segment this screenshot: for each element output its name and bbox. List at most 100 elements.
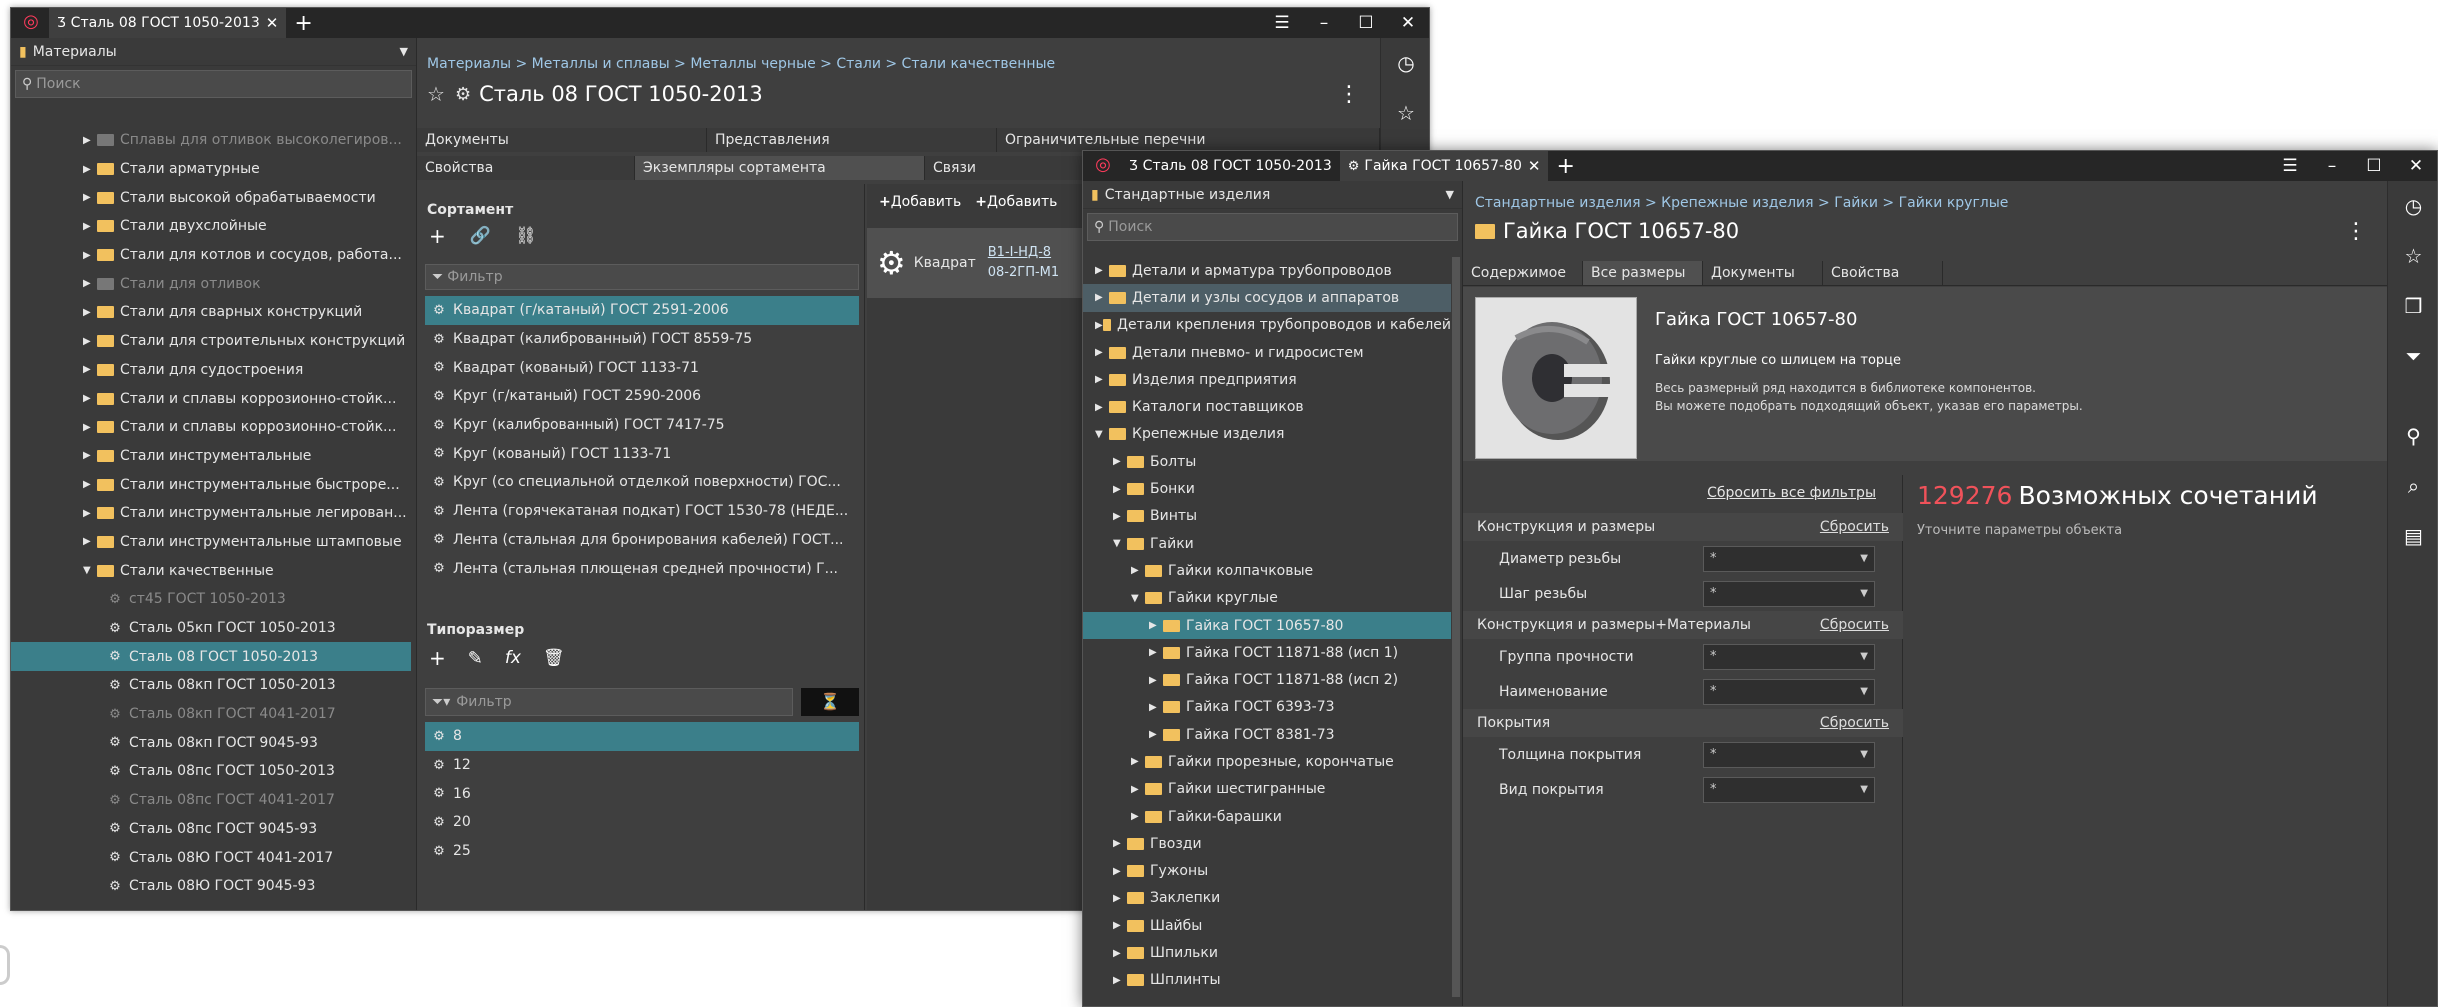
tree-item[interactable]: ▶ Заклепки	[1083, 885, 1451, 912]
list-item[interactable]: ⚙ 20	[425, 808, 859, 837]
chevron-right-icon[interactable]: ▶	[1131, 811, 1145, 822]
chevron-right-icon[interactable]: ▶	[1149, 702, 1163, 713]
tab[interactable]: Содержимое	[1463, 261, 1583, 285]
chevron-right-icon[interactable]: ▶	[1095, 265, 1109, 276]
tree-item[interactable]: ▶ Шплинты	[1083, 967, 1451, 994]
tab[interactable]: Свойства	[1823, 261, 1943, 285]
filter-select[interactable]: * ▼	[1703, 643, 1875, 670]
list-item[interactable]: ⚙ Круг (г/катаный) ГОСТ 2590-2006	[425, 382, 859, 411]
tab[interactable]: Ограничительные перечни	[997, 128, 1380, 152]
chevron-right-icon[interactable]: ▶	[1095, 374, 1109, 385]
chevron-right-icon[interactable]: ▶	[1113, 838, 1127, 849]
favorites-icon[interactable]: ☆	[1381, 88, 1429, 138]
tree-item[interactable]: ▶ Стали для судостроения	[11, 356, 411, 385]
add-icon[interactable]: +	[429, 224, 446, 248]
filter-select[interactable]: * ▼	[1703, 580, 1875, 607]
tree-item[interactable]: ▶ Гужоны	[1083, 858, 1451, 885]
tree-item[interactable]: ▶ Гайка ГОСТ 11871-88 (исп 2)	[1083, 666, 1451, 693]
clear-filter-button[interactable]: ⏳	[801, 688, 859, 716]
filter-select[interactable]: * ▼	[1703, 678, 1875, 705]
reset-group-link[interactable]: Сбросить	[1820, 715, 1889, 731]
tree-item[interactable]: ▶ Стали для строительных конструкций	[11, 327, 411, 356]
tree-item[interactable]: ▼ Стали качественные	[11, 556, 411, 585]
list-item[interactable]: ⚙ Круг (калиброванный) ГОСТ 7417-75	[425, 411, 859, 440]
menu-icon[interactable]: ☰	[2269, 156, 2311, 176]
unlink-icon[interactable]: ⛓	[515, 226, 537, 246]
filter-icon[interactable]: ⏷	[2388, 331, 2437, 381]
chevron-right-icon[interactable]: ▶	[1113, 866, 1127, 877]
maximize-icon[interactable]: ☐	[2353, 156, 2395, 176]
list-item[interactable]: ⚙ Круг (со специальной отделкой поверхнос…	[425, 468, 859, 497]
chevron-right-icon[interactable]: ▶	[1095, 320, 1103, 331]
tab[interactable]: Свойства	[417, 156, 635, 180]
breadcrumb[interactable]: Материалы > Металлы и сплавы > Металлы ч…	[427, 56, 1055, 72]
list-item[interactable]: ⚙ Квадрат (калиброванный) ГОСТ 8559-75	[425, 325, 859, 354]
chevron-right-icon[interactable]: ▶	[83, 450, 97, 461]
list-item[interactable]: ⚙ 25	[425, 837, 859, 866]
tree-item[interactable]: ⚙ Сталь 08кп ГОСТ 1050-2013	[11, 671, 411, 700]
tree-item[interactable]: ▼ Крепежные изделия	[1083, 421, 1451, 448]
tree-item[interactable]: ▶ Гайки колпачковые	[1083, 557, 1451, 584]
more-icon[interactable]: ⋮	[2345, 219, 2367, 244]
tab[interactable]: Документы	[1703, 261, 1823, 285]
tree-item[interactable]: ▶ Стали двухслойные	[11, 212, 411, 241]
tree-item[interactable]: ▶ Стали и сплавы коррозионно-стойк...	[11, 384, 411, 413]
tree-item[interactable]: ▼ Гайки круглые	[1083, 585, 1451, 612]
tree-item[interactable]: ▶ Детали и узлы сосудов и аппаратов	[1083, 284, 1451, 312]
tree-item[interactable]: ⚙ Сталь 08пс ГОСТ 1050-2013	[11, 757, 411, 786]
link-card[interactable]: ⚙ Квадрат В1-I-НД-8 08-2ГП-М1	[867, 228, 1087, 298]
chevron-right-icon[interactable]: ▶	[1095, 347, 1109, 358]
chevron-right-icon[interactable]: ▶	[1095, 292, 1109, 303]
chevron-right-icon[interactable]: ▶	[1113, 893, 1127, 904]
tree-item[interactable]: ▶ Стали для сварных конструкций	[11, 298, 411, 327]
chevron-right-icon[interactable]: ▶	[1149, 675, 1163, 686]
chevron-right-icon[interactable]: ▶	[83, 364, 97, 375]
tab-steel[interactable]: Ʒ Сталь 08 ГОСТ 1050-2013 ✕	[49, 8, 287, 38]
tree-item[interactable]: ▶ Изделия предприятия	[1083, 366, 1451, 393]
minimize-icon[interactable]: –	[1303, 13, 1345, 33]
new-tab-button[interactable]: +	[286, 11, 320, 36]
filter-select[interactable]: * ▼	[1703, 545, 1875, 572]
tree-item[interactable]: ▶ Стали инструментальные легирован...	[11, 499, 411, 528]
chevron-right-icon[interactable]: ▶	[1131, 565, 1145, 576]
list-item[interactable]: ⚙ Квадрат (г/катаный) ГОСТ 2591-2006	[425, 296, 859, 325]
chevron-right-icon[interactable]: ▶	[83, 336, 97, 347]
favorites-icon[interactable]: ☆	[2388, 231, 2437, 281]
tree-item[interactable]: ▶ Детали и арматура трубопроводов	[1083, 257, 1451, 284]
chevron-right-icon[interactable]: ▶	[83, 278, 97, 289]
sortament-filter-input[interactable]: ⏷ Фильтр	[425, 264, 859, 290]
tree-item[interactable]: ⚙ Сталь 08кп ГОСТ 9045-93	[11, 728, 411, 757]
tree-item[interactable]: ▶ Гвозди	[1083, 830, 1451, 857]
chevron-right-icon[interactable]: ▶	[1113, 456, 1127, 467]
reset-all-filters-link[interactable]: Сбросить все фильтры	[1707, 485, 1876, 501]
edit-icon[interactable]: ✎	[468, 648, 483, 669]
breadcrumb[interactable]: Стандартные изделия > Крепежные изделия …	[1475, 195, 2008, 211]
tree-item[interactable]: ▶ Гайки прорезные, корончатые	[1083, 748, 1451, 775]
close-tab-icon[interactable]: ✕	[1528, 157, 1541, 175]
tree-item[interactable]: ▶ Стали инструментальные штамповые	[11, 528, 411, 557]
catalog-dropdown[interactable]: ▮ Стандартные изделия ▼	[1083, 181, 1462, 209]
list-item[interactable]: ⚙ 16	[425, 779, 859, 808]
tab[interactable]: Все размеры	[1583, 261, 1703, 285]
history-icon[interactable]: ◷	[2388, 181, 2437, 231]
tree-item[interactable]: ▶ Стали и сплавы коррозионно-стойк...	[11, 413, 411, 442]
tab-nut[interactable]: ⚙ Гайка ГОСТ 10657-80 ✕	[1339, 151, 1549, 181]
history-icon[interactable]: ◷	[1381, 38, 1429, 88]
tree-item[interactable]: ▶ Гайка ГОСТ 6393-73	[1083, 694, 1451, 721]
reset-group-link[interactable]: Сбросить	[1820, 617, 1889, 633]
tab[interactable]: Документы	[417, 128, 707, 152]
chevron-right-icon[interactable]: ▶	[83, 135, 97, 146]
tree-item[interactable]: ▶ Шпильки	[1083, 939, 1451, 966]
tab[interactable]: Представления	[707, 128, 997, 152]
delete-icon[interactable]: 🗑	[543, 648, 565, 668]
advanced-search-icon[interactable]: ⌕	[2388, 461, 2437, 511]
chevron-right-icon[interactable]: ▶	[83, 536, 97, 547]
more-icon[interactable]: ⋮	[1338, 82, 1360, 107]
close-window-icon[interactable]: ✕	[2395, 156, 2437, 176]
tree-item[interactable]: ⚙ Сталь 08пс ГОСТ 9045-93	[11, 815, 411, 844]
tree-item[interactable]: ▶ Гайка ГОСТ 11871-88 (исп 1)	[1083, 639, 1451, 666]
tree-item[interactable]: ⚙ Сталь 05кп ГОСТ 1050-2013	[11, 614, 411, 643]
chevron-right-icon[interactable]: ▶	[83, 307, 97, 318]
chevron-down-icon[interactable]: ▼	[1131, 593, 1145, 604]
list-item[interactable]: ⚙ Лента (стальная плющеная средней прочно…	[425, 554, 859, 583]
